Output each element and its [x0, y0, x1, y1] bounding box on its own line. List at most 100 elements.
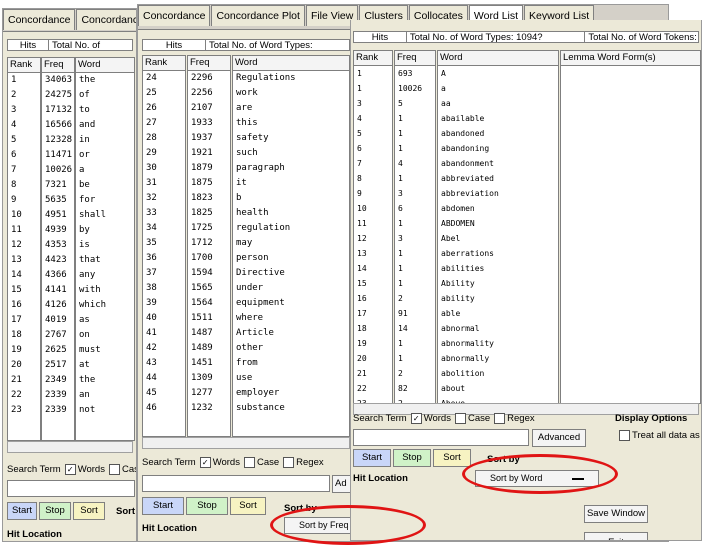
- list-cell[interactable]: 2517: [45, 358, 74, 373]
- list-cell[interactable]: 2: [398, 291, 435, 306]
- list-cell[interactable]: 1487: [191, 326, 230, 341]
- list-cell[interactable]: 2107: [191, 101, 230, 116]
- list-cell[interactable]: at: [79, 358, 134, 373]
- list-cell[interactable]: 1921: [191, 146, 230, 161]
- list-cell[interactable]: 13: [11, 253, 40, 268]
- case-checkbox[interactable]: [108, 464, 120, 475]
- list-cell[interactable]: 44: [146, 371, 185, 386]
- list-cell[interactable]: 10: [357, 201, 392, 216]
- list-cell[interactable]: health: [236, 206, 349, 221]
- list-cell[interactable]: Regulations: [236, 71, 349, 86]
- list-cell[interactable]: Directive: [236, 266, 349, 281]
- list-cell[interactable]: on: [79, 328, 134, 343]
- regex-checkbox[interactable]: [283, 457, 295, 468]
- list-cell[interactable]: 4141: [45, 283, 74, 298]
- search-input[interactable]: [353, 429, 529, 446]
- list-cell[interactable]: 12328: [45, 133, 74, 148]
- freq-header[interactable]: Freq: [395, 51, 435, 66]
- list-cell[interactable]: abbreviation: [441, 186, 558, 201]
- list-cell[interactable]: abnormally: [441, 351, 558, 366]
- search-input[interactable]: [142, 475, 330, 492]
- list-cell[interactable]: 14: [357, 261, 392, 276]
- list-cell[interactable]: abandonment: [441, 156, 558, 171]
- list-cell[interactable]: Abel: [441, 231, 558, 246]
- list-cell[interactable]: 1: [398, 141, 435, 156]
- list-cell[interactable]: 7: [11, 163, 40, 178]
- freq-column[interactable]: Freq 34063 24275 17132 16566 12328 11471 10026…: [41, 57, 75, 441]
- list-cell[interactable]: 20: [11, 358, 40, 373]
- list-cell[interactable]: 1: [398, 261, 435, 276]
- list-cell[interactable]: 12: [11, 238, 40, 253]
- list-cell[interactable]: 1: [357, 81, 392, 96]
- list-cell[interactable]: 21: [357, 366, 392, 381]
- list-cell[interactable]: this: [236, 116, 349, 131]
- list-cell[interactable]: 10026: [45, 163, 74, 178]
- list-cell[interactable]: and: [79, 118, 134, 133]
- words-checkbox[interactable]: ✓: [199, 457, 211, 468]
- list-cell[interactable]: 19: [357, 336, 392, 351]
- list-cell[interactable]: 1712: [191, 236, 230, 251]
- list-cell[interactable]: 1: [398, 216, 435, 231]
- start-button[interactable]: Start: [142, 497, 184, 515]
- lemma-header[interactable]: Lemma Word Form(s): [561, 51, 700, 66]
- list-cell[interactable]: 33: [146, 206, 185, 221]
- list-cell[interactable]: 1489: [191, 341, 230, 356]
- list-cell[interactable]: 16: [11, 298, 40, 313]
- list-cell[interactable]: 2296: [191, 71, 230, 86]
- list-cell[interactable]: 43: [146, 356, 185, 371]
- list-cell[interactable]: which: [79, 298, 134, 313]
- list-cell[interactable]: 4423: [45, 253, 74, 268]
- list-cell[interactable]: 6: [398, 201, 435, 216]
- list-cell[interactable]: 1825: [191, 206, 230, 221]
- list-cell[interactable]: 15: [357, 276, 392, 291]
- list-cell[interactable]: may: [236, 236, 349, 251]
- list-cell[interactable]: abandoning: [441, 141, 558, 156]
- list-cell[interactable]: is: [79, 238, 134, 253]
- list-cell[interactable]: work: [236, 86, 349, 101]
- list-cell[interactable]: 6: [357, 141, 392, 156]
- list-cell[interactable]: 34063: [45, 73, 74, 88]
- list-cell[interactable]: the: [79, 373, 134, 388]
- start-button[interactable]: Start: [353, 449, 391, 467]
- stop-button[interactable]: Stop: [39, 502, 71, 520]
- words-checkbox[interactable]: ✓: [410, 413, 422, 424]
- list-cell[interactable]: 42: [146, 341, 185, 356]
- rank-header[interactable]: Rank: [8, 58, 40, 73]
- list-cell[interactable]: 4126: [45, 298, 74, 313]
- regex-checkbox[interactable]: [494, 413, 506, 424]
- list-cell[interactable]: of: [79, 88, 134, 103]
- list-cell[interactable]: 2625: [45, 343, 74, 358]
- freq-header[interactable]: Freq: [188, 56, 230, 71]
- list-cell[interactable]: a: [441, 81, 558, 96]
- list-cell[interactable]: 2767: [45, 328, 74, 343]
- list-cell[interactable]: 1879: [191, 161, 230, 176]
- tab-concordance[interactable]: Concordance: [138, 5, 211, 26]
- rank-header[interactable]: Rank: [354, 51, 392, 66]
- list-cell[interactable]: 17: [357, 306, 392, 321]
- list-cell[interactable]: 1: [398, 336, 435, 351]
- rank-column[interactable]: Rank 1 2 3 4 5 6 7 8 9 10 11 12 13 14 15 16 17 18 19 20 21 22…: [7, 57, 41, 441]
- sort-button[interactable]: Sort: [230, 497, 266, 515]
- list-cell[interactable]: 7: [357, 156, 392, 171]
- list-cell[interactable]: 17132: [45, 103, 74, 118]
- list-cell[interactable]: 41: [146, 326, 185, 341]
- advanced-button[interactable]: Ad: [332, 475, 352, 493]
- list-cell[interactable]: regulation: [236, 221, 349, 236]
- list-cell[interactable]: 4366: [45, 268, 74, 283]
- word-column[interactable]: Word Regulations work are this safety such par…: [232, 55, 350, 437]
- list-cell[interactable]: 37: [146, 266, 185, 281]
- list-cell[interactable]: 28: [146, 131, 185, 146]
- list-cell[interactable]: shall: [79, 208, 134, 223]
- list-cell[interactable]: use: [236, 371, 349, 386]
- list-cell[interactable]: 9: [11, 193, 40, 208]
- list-cell[interactable]: 22: [357, 381, 392, 396]
- list-cell[interactable]: 35: [146, 236, 185, 251]
- list-cell[interactable]: 9: [357, 186, 392, 201]
- list-cell[interactable]: substance: [236, 401, 349, 416]
- list-cell[interactable]: abdomen: [441, 201, 558, 216]
- list-cell[interactable]: 36: [146, 251, 185, 266]
- start-button[interactable]: Start: [7, 502, 37, 520]
- list-cell[interactable]: an: [79, 388, 134, 403]
- rank-column[interactable]: Rank 24 25 26 27 28 29 30 31 32 33 34 35 36 37 38 39 40 4…: [142, 55, 186, 437]
- freq-header[interactable]: Freq: [42, 58, 74, 73]
